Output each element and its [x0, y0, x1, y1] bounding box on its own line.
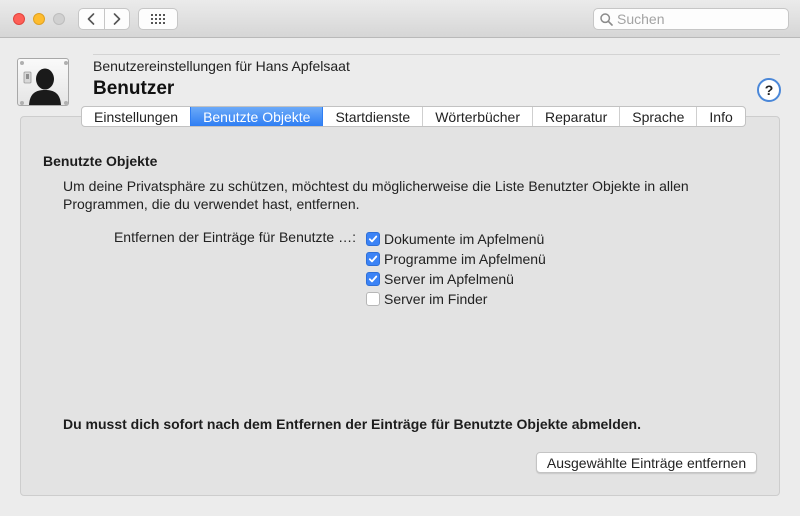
section-title: Benutzte Objekte — [43, 153, 158, 169]
remove-entries-label: Entfernen der Einträge für Benutzte …: — [113, 229, 356, 245]
header-divider — [93, 54, 780, 55]
option-server-apfelmenue[interactable]: Server im Apfelmenü — [366, 269, 546, 289]
option-label: Server im Apfelmenü — [384, 271, 514, 287]
remove-options-list: Dokumente im Apfelmenü Programme im Apfe… — [366, 229, 546, 309]
tab-sprache[interactable]: Sprache — [619, 107, 696, 126]
tab-startdienste[interactable]: Startdienste — [322, 107, 422, 126]
minimize-window-button[interactable] — [33, 13, 45, 25]
checkbox-server-finder[interactable] — [366, 292, 380, 306]
grid-icon — [151, 14, 165, 24]
search-icon — [600, 12, 613, 26]
tab-benutzte-objekte[interactable]: Benutzte Objekte — [190, 107, 323, 126]
logout-warning: Du musst dich sofort nach dem Entfernen … — [63, 416, 641, 432]
show-all-button[interactable] — [138, 8, 178, 30]
search-input[interactable] — [617, 11, 777, 27]
user-silhouette-icon — [17, 58, 69, 106]
chevron-left-icon — [87, 13, 95, 25]
close-window-button[interactable] — [13, 13, 25, 25]
option-programme-apfelmenue[interactable]: Programme im Apfelmenü — [366, 249, 546, 269]
option-label: Dokumente im Apfelmenü — [384, 231, 545, 247]
checkbox-server-apfelmenue[interactable] — [366, 272, 380, 286]
tab-woerterbuecher[interactable]: Wörterbücher — [422, 107, 532, 126]
chevron-right-icon — [113, 13, 121, 25]
tab-einstellungen[interactable]: Einstellungen — [82, 107, 190, 126]
section-description: Um deine Privatsphäre zu schützen, möcht… — [63, 178, 689, 212]
option-dokumente-apfelmenue[interactable]: Dokumente im Apfelmenü — [366, 229, 546, 249]
zoom-window-button[interactable] — [53, 13, 65, 25]
tab-reparatur[interactable]: Reparatur — [532, 107, 619, 126]
window-titlebar — [0, 0, 800, 38]
option-server-finder[interactable]: Server im Finder — [366, 289, 546, 309]
back-button[interactable] — [79, 9, 104, 29]
search-field[interactable] — [593, 8, 789, 30]
option-label: Server im Finder — [384, 291, 488, 307]
tab-info[interactable]: Info — [696, 107, 744, 126]
checkbox-dokumente-apfelmenue[interactable] — [366, 232, 380, 246]
checkbox-programme-apfelmenue[interactable] — [366, 252, 380, 266]
tab-bar: Einstellungen Benutzte Objekte Startdien… — [81, 106, 746, 127]
navigation-buttons — [78, 8, 130, 30]
checkmark-icon — [368, 275, 378, 283]
option-label: Programme im Apfelmenü — [384, 251, 546, 267]
remove-selected-button[interactable]: Ausgewählte Einträge entfernen — [536, 452, 757, 473]
help-button[interactable]: ? — [757, 78, 781, 102]
page-title: Benutzer — [93, 78, 175, 99]
checkmark-icon — [368, 255, 378, 263]
checkmark-icon — [368, 235, 378, 243]
forward-button[interactable] — [103, 9, 130, 29]
page-subtitle: Benutzereinstellungen für Hans Apfelsaat — [93, 58, 350, 74]
